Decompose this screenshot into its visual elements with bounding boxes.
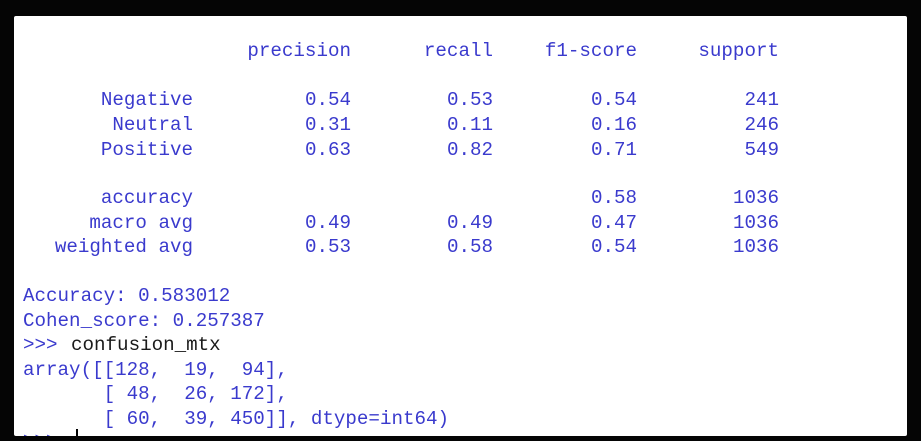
row-support: 1036	[732, 236, 779, 258]
array-line: [ 48, 26, 172],	[23, 383, 288, 405]
row-support: 1036	[732, 212, 779, 234]
header-f1-score: f1-score	[544, 40, 637, 62]
report-row-weighted-avg: weighted avg 0.53 0.58 0.54 1036	[14, 234, 907, 260]
input-line[interactable]: >>>	[14, 428, 907, 436]
row-recall: 0.58	[446, 236, 493, 258]
array-line: array([[128, 19, 94],	[23, 359, 288, 381]
accuracy-output: Accuracy: 0.583012	[23, 285, 231, 307]
cohen-output-line: Cohen_score: 0.257387	[14, 308, 907, 334]
array-output-line: array([[128, 19, 94],	[14, 357, 907, 383]
row-recall: 0.11	[446, 114, 493, 136]
report-row-neutral: Neutral 0.31 0.11 0.16 246	[14, 112, 907, 138]
header-precision: precision	[247, 40, 351, 62]
array-output-line: [ 48, 26, 172],	[14, 381, 907, 407]
report-row-macro-avg: macro avg 0.49 0.49 0.47 1036	[14, 210, 907, 236]
header-recall: recall	[423, 40, 493, 62]
row-recall: 0.82	[446, 139, 493, 161]
prompt: >>>	[23, 428, 58, 436]
row-label: accuracy	[100, 187, 193, 209]
command-line: >>> confusion_mtx	[14, 332, 907, 358]
row-recall: 0.49	[446, 212, 493, 234]
cohen-output: Cohen_score: 0.257387	[23, 310, 265, 332]
accuracy-output-line: Accuracy: 0.583012	[14, 283, 907, 309]
report-row-negative: Negative 0.54 0.53 0.54 241	[14, 87, 907, 113]
row-f1: 0.71	[590, 139, 637, 161]
row-precision: 0.49	[304, 212, 351, 234]
row-recall: 0.53	[446, 89, 493, 111]
report-header-row: precision recall f1-score support	[14, 38, 907, 64]
text-cursor	[76, 429, 78, 436]
row-label: Neutral	[112, 114, 193, 136]
row-label: weighted avg	[54, 236, 193, 258]
row-f1: 0.54	[590, 236, 637, 258]
row-precision: 0.53	[304, 236, 351, 258]
row-label: macro avg	[89, 212, 193, 234]
row-support: 549	[744, 139, 779, 161]
header-support: support	[698, 40, 779, 62]
prompt: >>>	[23, 334, 58, 356]
command-text: confusion_mtx	[71, 334, 221, 356]
row-f1: 0.58	[590, 187, 637, 209]
row-precision: 0.54	[304, 89, 351, 111]
row-label: Positive	[100, 139, 193, 161]
row-f1: 0.54	[590, 89, 637, 111]
screenshot-frame: precision recall f1-score support Negati…	[0, 0, 921, 441]
report-row-accuracy: accuracy 0.58 1036	[14, 185, 907, 211]
report-row-positive: Positive 0.63 0.82 0.71 549	[14, 137, 907, 163]
row-support: 246	[744, 114, 779, 136]
row-support: 241	[744, 89, 779, 111]
row-f1: 0.47	[590, 212, 637, 234]
row-precision: 0.31	[304, 114, 351, 136]
python-console[interactable]: precision recall f1-score support Negati…	[14, 16, 907, 436]
row-label: Negative	[100, 89, 193, 111]
row-precision: 0.63	[304, 139, 351, 161]
row-support: 1036	[732, 187, 779, 209]
row-f1: 0.16	[590, 114, 637, 136]
frame-bottom-edge	[0, 436, 921, 441]
